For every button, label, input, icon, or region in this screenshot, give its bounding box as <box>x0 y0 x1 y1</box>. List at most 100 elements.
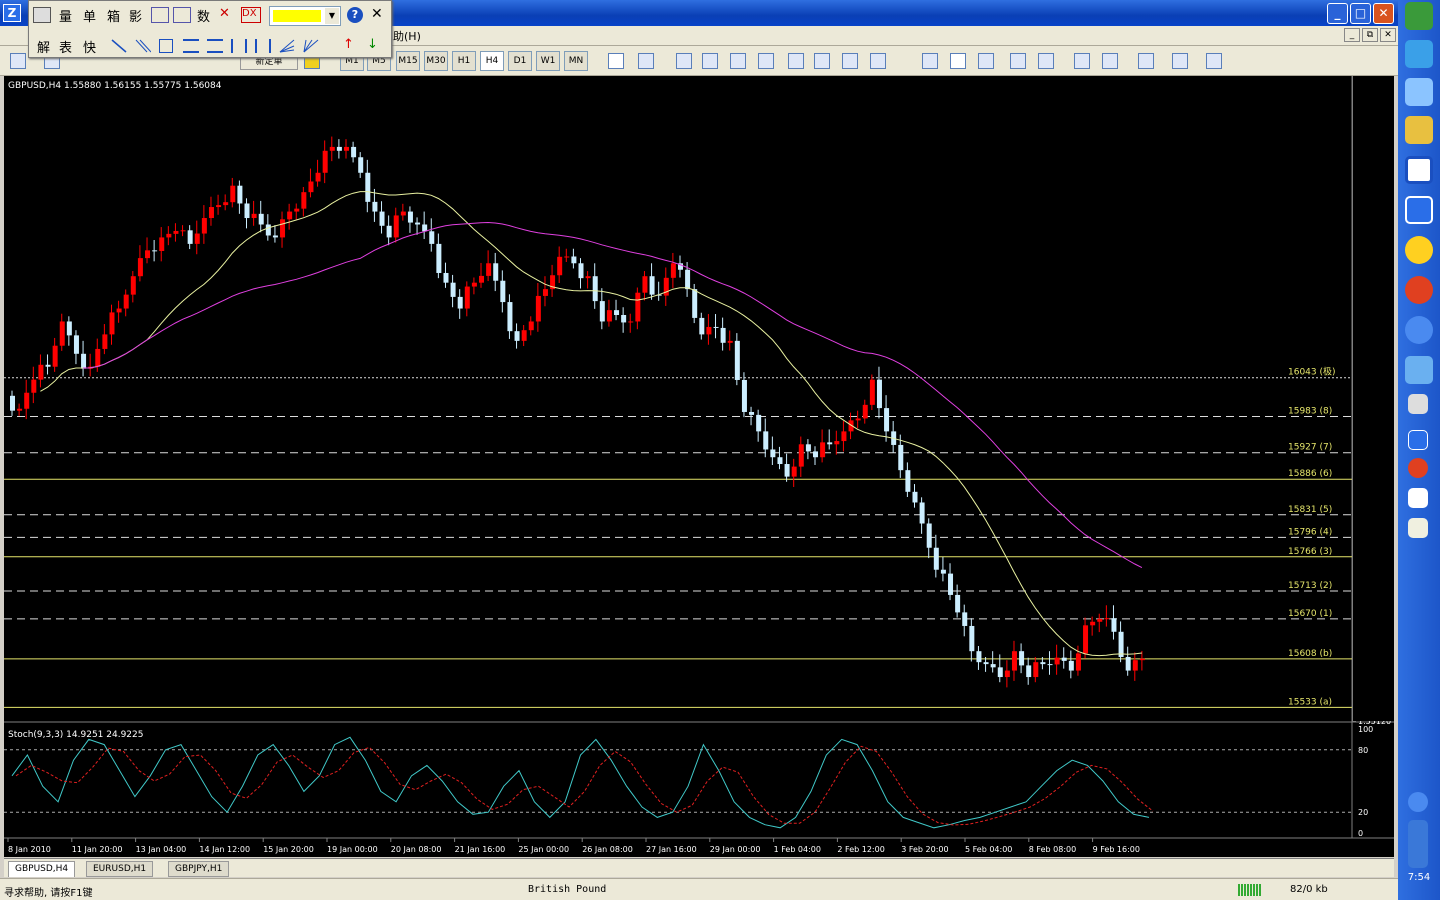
indicators-icon[interactable] <box>1138 53 1154 69</box>
candle-body[interactable] <box>940 569 946 574</box>
rectangle-tool-icon[interactable] <box>159 39 173 53</box>
candle-body[interactable] <box>10 395 15 411</box>
trendline-icon[interactable] <box>730 53 746 69</box>
candle-body[interactable] <box>422 224 428 232</box>
candle-body[interactable] <box>926 523 932 548</box>
candle-body[interactable] <box>706 326 712 335</box>
candle-body[interactable] <box>1075 653 1081 671</box>
menu-help[interactable]: 助(H) <box>393 28 421 44</box>
mt-task-icon[interactable] <box>1408 430 1428 450</box>
ie-icon[interactable] <box>1405 40 1433 68</box>
candle-body[interactable] <box>17 408 23 411</box>
browser-task-icon[interactable] <box>1408 458 1428 478</box>
vertical-line-icon[interactable] <box>676 53 692 69</box>
candle-body[interactable] <box>400 211 406 216</box>
floatbar-item-7[interactable]: 快 <box>83 37 96 56</box>
candle-body[interactable] <box>137 258 143 277</box>
candle-body[interactable] <box>855 418 861 421</box>
candle-body[interactable] <box>713 326 719 328</box>
floatbar-item-1[interactable]: 单 <box>83 6 96 25</box>
mdi-restore-button[interactable]: ⧉ <box>1362 28 1378 42</box>
candle-body[interactable] <box>1033 662 1039 678</box>
candle-body[interactable] <box>1118 631 1124 657</box>
candle-body[interactable] <box>230 185 236 203</box>
candle-body[interactable] <box>542 289 548 296</box>
candle-body[interactable] <box>343 146 349 151</box>
candle-body[interactable] <box>805 444 811 452</box>
candle-body[interactable] <box>670 263 676 278</box>
notepad-task-icon[interactable] <box>1408 518 1428 538</box>
vlines-tool-icon[interactable] <box>231 39 247 53</box>
color-select[interactable]: ▼ <box>269 6 341 26</box>
candle-body[interactable] <box>372 201 378 212</box>
candle-body[interactable] <box>201 218 207 234</box>
mdi-close-button[interactable]: ✕ <box>1380 28 1396 42</box>
candle-body[interactable] <box>500 280 506 303</box>
candle-body[interactable] <box>749 411 755 415</box>
candle-body[interactable] <box>315 172 321 182</box>
candle-body[interactable] <box>628 321 634 323</box>
candle-body[interactable] <box>31 379 37 393</box>
candle-body[interactable] <box>216 205 222 208</box>
candle-body[interactable] <box>621 315 627 323</box>
candle-body[interactable] <box>1047 664 1053 666</box>
candle-body[interactable] <box>649 276 655 295</box>
candle-body[interactable] <box>784 464 790 477</box>
close-button[interactable]: ✕ <box>1373 3 1394 24</box>
arrow-down-icon[interactable]: ↓ <box>367 37 378 52</box>
new-chart-icon[interactable] <box>10 53 26 69</box>
candle-body[interactable] <box>208 207 214 219</box>
floatbar-close-button[interactable]: ✕ <box>371 6 383 22</box>
candle-body[interactable] <box>251 213 257 219</box>
tf-h1[interactable]: H1 <box>452 51 476 71</box>
candle-body[interactable] <box>1139 658 1145 661</box>
candle-body[interactable] <box>66 321 72 336</box>
candle-body[interactable] <box>557 256 563 276</box>
minimize-button[interactable]: _ <box>1327 3 1348 24</box>
app-icon-square[interactable] <box>1405 156 1433 184</box>
candle-body[interactable] <box>329 146 335 151</box>
candle-body[interactable] <box>95 348 101 367</box>
candle-body[interactable] <box>365 172 371 202</box>
candle-body[interactable] <box>244 203 250 219</box>
fan2-tool-icon[interactable] <box>303 39 319 53</box>
candle-body[interactable] <box>919 502 925 524</box>
candle-body[interactable] <box>38 364 44 380</box>
floatbar-item-0[interactable]: 量 <box>59 6 72 25</box>
candle-body[interactable] <box>770 449 776 458</box>
candle-body[interactable] <box>699 317 705 335</box>
candle-body[interactable] <box>130 276 136 295</box>
candle-body[interactable] <box>798 444 804 467</box>
keyboard-icon[interactable] <box>1408 394 1428 414</box>
channel-icon[interactable] <box>758 53 774 69</box>
candle-body[interactable] <box>1097 618 1103 622</box>
candle-body[interactable] <box>351 146 357 158</box>
arrows-icon[interactable] <box>870 53 886 69</box>
candle-body[interactable] <box>876 379 882 409</box>
price-chart[interactable]: GBPUSD,H4 1.55880 1.56155 1.55775 1.5608… <box>4 76 1394 857</box>
candle-body[interactable] <box>592 276 598 302</box>
candle-body[interactable] <box>258 213 264 225</box>
metatrader-icon[interactable] <box>1405 196 1433 224</box>
candle-body[interactable] <box>436 243 442 273</box>
candle-body[interactable] <box>1026 665 1032 678</box>
zoom-out-icon[interactable] <box>1038 53 1054 69</box>
candle-body[interactable] <box>933 547 939 570</box>
qq-icon[interactable] <box>1405 236 1433 264</box>
candle-body[interactable] <box>983 662 989 665</box>
tab-gbpusd-h4[interactable]: GBPUSD,H4 <box>8 861 76 877</box>
fibo-tool-icon[interactable] <box>183 39 199 53</box>
fibonacci-icon[interactable] <box>788 53 804 69</box>
candle-body[interactable] <box>884 408 890 432</box>
tf-d1[interactable]: D1 <box>508 51 532 71</box>
templates-icon[interactable] <box>1206 53 1222 69</box>
candle-body[interactable] <box>358 157 364 173</box>
text-label-icon[interactable] <box>842 53 858 69</box>
candle-body[interactable] <box>265 224 271 236</box>
help-icon[interactable]: ? <box>347 7 363 23</box>
candle-body[interactable] <box>116 308 122 313</box>
candle-body[interactable] <box>813 451 819 458</box>
candle-body[interactable] <box>429 231 435 244</box>
candle-body[interactable] <box>564 256 570 258</box>
cross-icon[interactable]: ✕ <box>219 6 230 21</box>
